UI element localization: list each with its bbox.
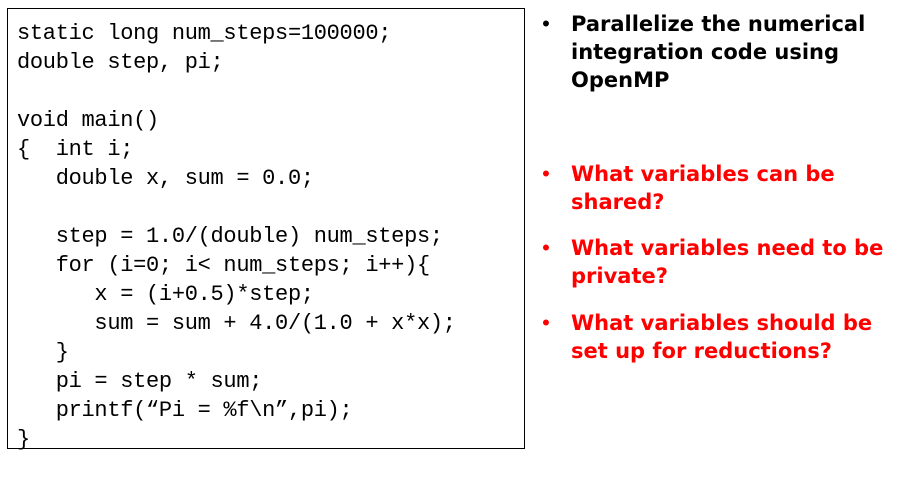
bullet-text: What variables need to be private? [571, 236, 884, 288]
code-line: double step, pi; [17, 50, 224, 75]
code-line: x = (i+0.5)*step; [17, 282, 314, 307]
code-line: step = 1.0/(double) num_steps; [17, 224, 443, 249]
code-line: sum = sum + 4.0/(1.0 + x*x); [17, 311, 456, 336]
code-line: } [17, 427, 30, 452]
code-line: double x, sum = 0.0; [17, 166, 314, 191]
code-line: { int i; [17, 137, 134, 162]
code-line: } [17, 340, 69, 365]
code-line: for (i=0; i< num_steps; i++){ [17, 253, 430, 278]
code-listing-box: static long num_steps=100000; double ste… [7, 8, 525, 452]
code-line: static long num_steps=100000; [17, 21, 392, 46]
code-line: pi = step * sum; [17, 369, 263, 394]
bullet-marker: • [542, 161, 550, 186]
bullet-marker: • [542, 310, 550, 335]
bullet-text: What variables should be set up for redu… [571, 311, 873, 363]
code-line: void main() [17, 108, 159, 133]
bullet-text: What variables can be shared? [571, 162, 835, 214]
bullet-list: • Parallelize the numerical integration … [535, 0, 905, 488]
bullet-marker: • [542, 235, 550, 260]
bullet-text: Parallelize the numerical integration co… [571, 12, 866, 92]
code-listing: static long num_steps=100000; double ste… [17, 19, 456, 454]
bullet-marker: • [542, 11, 550, 36]
code-line: printf(“Pi = %f\n”,pi); [17, 398, 353, 423]
